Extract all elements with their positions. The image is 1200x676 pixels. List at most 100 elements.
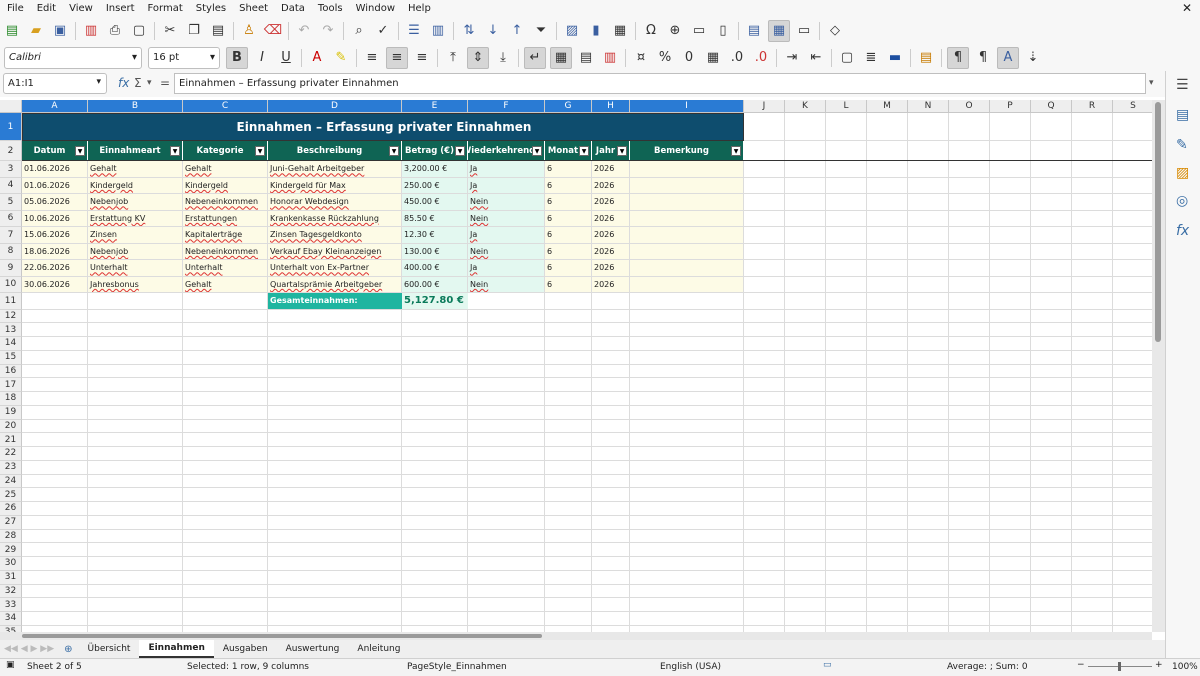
align-left-icon[interactable]: ≡ xyxy=(362,48,382,68)
data-cell[interactable]: Nein xyxy=(468,194,544,210)
sort-icon[interactable]: ⇅ xyxy=(459,21,479,41)
row-header-25[interactable]: 25 xyxy=(0,488,22,502)
status-language[interactable]: English (USA) xyxy=(660,662,721,672)
data-cell[interactable]: 22.06.2026 xyxy=(22,260,87,276)
conditional-format-icon[interactable]: ▤ xyxy=(916,48,936,68)
menu-window[interactable]: Window xyxy=(349,0,401,17)
row-header-4[interactable]: 4 xyxy=(0,177,22,194)
data-cell[interactable]: 6 xyxy=(545,243,591,259)
functions-icon[interactable]: fx xyxy=(1176,223,1189,239)
data-cell[interactable]: Gehalt xyxy=(183,276,267,292)
percent-format-icon[interactable]: % xyxy=(655,48,675,68)
row-header-8[interactable]: 8 xyxy=(0,243,22,260)
menu-sheet[interactable]: Sheet xyxy=(232,0,274,17)
autofilter-dropdown-icon[interactable]: ▼ xyxy=(532,146,542,156)
styles-icon[interactable]: ✎ xyxy=(1176,137,1188,153)
copy-icon[interactable]: ❐ xyxy=(184,21,204,41)
menu-tools[interactable]: Tools xyxy=(311,0,349,17)
data-cell[interactable]: 250.00 € xyxy=(402,177,467,193)
total-value-cell[interactable]: 5,127.80 € xyxy=(402,293,468,309)
open-folder-icon[interactable]: ▰ xyxy=(26,21,46,41)
data-cell[interactable]: 6 xyxy=(545,177,591,193)
navigator-icon[interactable]: ◎ xyxy=(1176,193,1188,209)
data-cell[interactable]: Jahresbonus xyxy=(88,276,182,292)
column-icon[interactable]: ▥ xyxy=(428,21,448,41)
add-sheet-icon[interactable]: ⊕ xyxy=(58,644,78,655)
row-header-13[interactable]: 13 xyxy=(0,323,22,337)
align-bottom-icon[interactable]: ⤓ xyxy=(493,48,513,68)
row-header-11[interactable]: 11 xyxy=(0,293,22,310)
chevron-down-icon[interactable]: ▾ xyxy=(147,78,152,88)
data-cell[interactable]: Krankenkasse Rückzahlung xyxy=(268,210,401,226)
data-cell[interactable] xyxy=(630,194,743,210)
properties-icon[interactable]: ▤ xyxy=(1176,107,1189,123)
undo-icon[interactable]: ↶ xyxy=(294,21,314,41)
data-cell[interactable]: 2026 xyxy=(592,260,629,276)
column-header-o[interactable]: O xyxy=(949,100,990,113)
selection-mode-icon[interactable]: ▭ xyxy=(823,660,832,670)
bold-button[interactable]: B xyxy=(226,46,248,69)
data-cell[interactable]: Honorar Webdesign xyxy=(268,194,401,210)
data-cell[interactable]: 6 xyxy=(545,161,591,177)
chevron-down-icon[interactable]: ▾ xyxy=(132,52,137,63)
tab-nav-icon[interactable]: ◀◀ ◀ ▶ ▶▶ xyxy=(0,644,58,654)
border-color-icon[interactable]: ▬ xyxy=(885,48,905,68)
spreadsheet-grid[interactable]: A B C D E F G H I J K L M N O P Q R S 1 2 3 4 5 6 7 8 9 10 11 12 13 14 15… xyxy=(0,100,1152,632)
row-header-15[interactable]: 15 xyxy=(0,350,22,365)
data-cell[interactable]: Nein xyxy=(468,276,544,292)
autofilter-dropdown-icon[interactable]: ▼ xyxy=(455,146,465,156)
function-wizard-icon[interactable]: fx xyxy=(118,76,129,90)
data-cell[interactable]: Kindergeld xyxy=(88,177,182,193)
row-header-24[interactable]: 24 xyxy=(0,474,22,489)
menu-edit[interactable]: Edit xyxy=(30,0,62,17)
export-pdf-icon[interactable]: ▥ xyxy=(81,21,101,41)
data-cell[interactable]: Unterhalt von Ex-Partner xyxy=(268,260,401,276)
row-header-20[interactable]: 20 xyxy=(0,419,22,434)
data-cell[interactable]: 01.06.2026 xyxy=(22,177,87,193)
data-cell[interactable]: 18.06.2026 xyxy=(22,243,87,259)
cut-icon[interactable]: ✂ xyxy=(160,21,180,41)
data-cell[interactable]: Ja xyxy=(468,260,544,276)
formula-icon[interactable]: = xyxy=(160,76,170,90)
data-cell[interactable]: Zinsen Tagesgeldkonto xyxy=(268,227,401,243)
data-cell[interactable]: Erstattungen xyxy=(183,210,267,226)
data-cell[interactable]: Nebenjob xyxy=(88,243,182,259)
column-header-c[interactable]: C xyxy=(183,100,268,113)
header-footer-icon[interactable]: ▯ xyxy=(713,21,733,41)
data-cell[interactable]: 2026 xyxy=(592,243,629,259)
row-icon[interactable]: ☰ xyxy=(404,21,424,41)
text-stacked-icon[interactable]: ⇣ xyxy=(1023,48,1043,68)
data-cell[interactable]: 85.50 € xyxy=(402,210,467,226)
data-cell[interactable]: Ja xyxy=(468,161,544,177)
column-header-h[interactable]: H xyxy=(592,100,630,113)
data-cell[interactable]: Nebeneinkommen xyxy=(183,243,267,259)
data-cell[interactable]: Nebenjob xyxy=(88,194,182,210)
data-cell[interactable]: 12.30 € xyxy=(402,227,467,243)
name-box[interactable]: A1:I1 ▾ xyxy=(3,73,107,94)
row-header-33[interactable]: 33 xyxy=(0,598,22,612)
data-cell[interactable]: Juni-Gehalt Arbeitgeber xyxy=(268,161,401,177)
horizontal-scrollbar[interactable] xyxy=(0,632,1152,640)
menu-styles[interactable]: Styles xyxy=(189,0,232,17)
font-size-combo[interactable]: 16 pt ▾ xyxy=(148,46,220,69)
italic-button[interactable]: I xyxy=(252,48,272,68)
currency-format-icon[interactable]: ¤ xyxy=(631,48,651,68)
unmerge-cells-icon[interactable]: ▥ xyxy=(600,48,620,68)
scrollbar-thumb[interactable] xyxy=(1155,102,1161,342)
header-cell[interactable]: Betrag (€) ▼ xyxy=(402,141,468,161)
align-center-icon[interactable]: ≡ xyxy=(386,46,408,69)
header-cell[interactable]: Einnahmeart ▼ xyxy=(88,141,183,161)
data-cell[interactable]: 6 xyxy=(545,227,591,243)
header-cell[interactable]: Wiederkehrend? ▼ xyxy=(468,141,545,161)
data-cell[interactable] xyxy=(630,260,743,276)
row-header-27[interactable]: 27 xyxy=(0,515,22,530)
data-cell[interactable]: 10.06.2026 xyxy=(22,210,87,226)
status-page-style[interactable]: PageStyle_Einnahmen xyxy=(407,662,507,672)
data-cell[interactable]: 6 xyxy=(545,276,591,292)
row-header-32[interactable]: 32 xyxy=(0,584,22,599)
hyperlink-icon[interactable]: ⊕ xyxy=(665,21,685,41)
add-decimal-icon[interactable]: .0 xyxy=(727,48,747,68)
select-all-corner[interactable] xyxy=(0,100,22,113)
header-cell[interactable]: Kategorie ▼ xyxy=(183,141,268,161)
row-header-21[interactable]: 21 xyxy=(0,433,22,447)
